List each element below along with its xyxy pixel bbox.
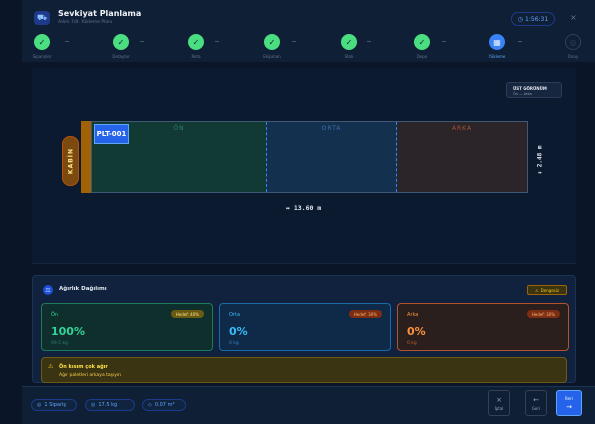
orders-chip: ◎ 1 Sipariş <box>31 399 77 411</box>
card-percent: 0% <box>407 325 426 338</box>
timer-value: 1:56:31 <box>525 15 549 23</box>
step-separator <box>442 41 446 42</box>
weight-card-front: Ön Hedef: 40% 100% 99.5 kg <box>41 303 213 351</box>
step-equipment[interactable]: ✓ Ekipman <box>252 34 292 59</box>
check-icon: ✓ <box>414 34 430 50</box>
card-name: Arka <box>407 312 419 318</box>
height-label: ↕ 2.48 m <box>536 145 544 175</box>
zone-mid: ORTA <box>266 122 397 192</box>
arrow-right-icon: → <box>566 402 572 411</box>
target-badge: Hedef: 30% <box>348 310 382 318</box>
step-label: Yükleme <box>488 54 506 59</box>
target-badge: Hedef: 40% <box>170 310 204 318</box>
weight-chip: ◎ 17.5 kg <box>85 399 135 411</box>
page-title: Sevkiyat Planlama <box>58 9 142 18</box>
clipboard-icon: ◎ <box>37 402 42 408</box>
target-badge: Hedef: 30% <box>526 310 560 318</box>
session-timer: ◷ 1:56:31 <box>511 12 555 26</box>
step-warehouse[interactable]: ✓ Depo <box>402 34 442 59</box>
weight-card-mid: Orta Hedef: 30% 0% 0 kg <box>219 303 391 351</box>
back-button[interactable]: ← Geri <box>525 390 547 416</box>
card-weight: 0 kg <box>407 341 417 346</box>
close-icon: × <box>496 395 502 404</box>
step-confirm[interactable]: ◎ Onay <box>553 34 593 59</box>
wizard-footer: ◎ 1 Sipariş ◎ 17.5 kg ◇ 0.07 m³ × İptal … <box>22 386 595 424</box>
chip-label: 1 Sipariş <box>44 402 66 408</box>
arrow-left-icon: ← <box>533 395 539 404</box>
zone-label: ORTA <box>321 125 342 132</box>
step-separator <box>65 41 69 42</box>
step-label: Rota <box>191 54 201 59</box>
chip-label: 17.5 kg <box>98 402 118 408</box>
check-icon: ✓ <box>341 34 357 50</box>
step-label: Ekipman <box>263 54 281 59</box>
step-separator <box>292 41 296 42</box>
step-separator <box>518 41 522 42</box>
truck-cabin: KABİN <box>62 136 79 186</box>
check-icon: ✓ <box>264 34 280 50</box>
step-label: Detaylar <box>112 54 130 59</box>
next-button[interactable]: İleri → <box>556 390 582 416</box>
circle-icon: ◎ <box>565 34 581 50</box>
step-label: Onay <box>567 54 579 59</box>
loading-canvas: ÜST GÖRÜNÜM Ön — Arka KABİN ÖN ORTA ARKA… <box>32 68 576 264</box>
card-weight: 0 kg <box>229 341 239 346</box>
step-orders[interactable]: ✓ Siparişler <box>22 34 62 59</box>
warning-detail: Ağır paletleri arkaya taşıyın <box>59 373 122 378</box>
cabin-label: KABİN <box>67 147 74 175</box>
check-icon: ✓ <box>34 34 50 50</box>
height-dimension: ↕ 2.48 m <box>535 140 545 180</box>
step-route[interactable]: ✓ Rota <box>176 34 216 59</box>
trailer-bed: ÖN ORTA ARKA PLT-001 <box>91 121 528 193</box>
button-label: Geri <box>531 405 541 411</box>
warning-title: Ön kısım çok ağır <box>59 364 108 370</box>
trailer-hitch <box>81 121 91 193</box>
step-separator <box>215 41 219 42</box>
scale-icon: ⚖ <box>43 285 53 295</box>
warning-icon: ⚠ <box>48 363 54 370</box>
view-toggle-subtitle: Ön — Arka <box>513 92 532 96</box>
step-details[interactable]: ✓ Detaylar <box>101 34 141 59</box>
weight-distribution-panel: ⚖ Ağırlık Dağılımı ⚠ Dengesiz Ön Hedef: … <box>32 275 576 383</box>
step-label: Depo <box>416 54 428 59</box>
step-loading[interactable]: ▦ Yükleme <box>477 34 517 59</box>
card-percent: 100% <box>51 325 85 338</box>
check-icon: ✓ <box>113 34 129 50</box>
status-badge: ⚠ Dengesiz <box>527 285 567 295</box>
chip-label: 0.07 m³ <box>154 402 175 408</box>
zone-back: ARKA <box>397 122 527 192</box>
view-toggle-title: ÜST GÖRÜNÜM <box>513 86 547 91</box>
step-label: Siparişler <box>32 54 52 59</box>
close-button[interactable]: × <box>570 13 577 22</box>
card-name: Ön <box>51 312 59 318</box>
wizard-stepper: ✓ Siparişler ✓ Detaylar ✓ Rota ✓ Ekipman… <box>22 34 595 62</box>
cancel-button[interactable]: × İptal <box>488 390 510 416</box>
view-toggle-button[interactable]: ÜST GÖRÜNÜM Ön — Arka <box>506 82 562 98</box>
zone-label: ARKA <box>451 125 473 132</box>
grid-icon: ▦ <box>489 34 505 50</box>
button-label: İleri <box>565 395 573 401</box>
weight-icon: ◎ <box>91 402 96 408</box>
step-label: Stok <box>344 54 354 59</box>
card-name: Orta <box>229 312 241 318</box>
warning-icon: ⚠ <box>535 287 539 293</box>
card-weight: 99.5 kg <box>51 341 68 346</box>
pallet-plt-001[interactable]: PLT-001 <box>94 124 129 144</box>
length-dimension: ↔ 13.60 m <box>286 204 322 212</box>
step-stock[interactable]: ✓ Stok <box>329 34 369 59</box>
cube-icon: ◇ <box>148 402 152 408</box>
card-percent: 0% <box>229 325 248 338</box>
step-separator <box>367 41 371 42</box>
clock-icon: ◷ <box>517 15 524 23</box>
volume-chip: ◇ 0.07 m³ <box>142 399 186 411</box>
weight-card-back: Arka Hedef: 30% 0% 0 kg <box>397 303 569 351</box>
imbalance-warning: ⚠ Ön kısım çok ağır Ağır paletleri arkay… <box>41 357 567 383</box>
page-subtitle: Adım 7/8: Yükleme Planı <box>58 20 113 25</box>
step-separator <box>140 41 144 42</box>
panel-title: Ağırlık Dağılımı <box>59 286 107 292</box>
button-label: İptal <box>494 405 504 411</box>
check-icon: ✓ <box>188 34 204 50</box>
truck-icon: ⛟ <box>34 11 50 25</box>
badge-label: Dengesiz <box>540 287 559 293</box>
